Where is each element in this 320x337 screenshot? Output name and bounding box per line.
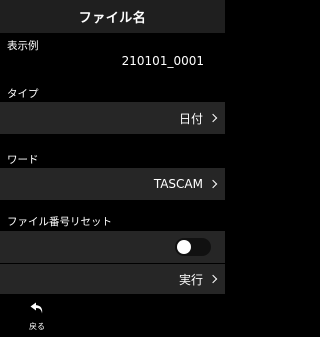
word-value-group: TASCAM [154,168,218,200]
file-number-reset-toggle-row [0,231,225,263]
file-number-reset-toggle[interactable] [175,238,211,256]
toggle-knob [177,240,191,254]
file-name-screen: ファイル名 表示例 210101_0001 タイプ 日付 ワード TASCAM … [0,0,225,337]
execute-row[interactable]: 実行 [0,264,225,294]
file-number-reset-label: ファイル番号リセット [7,216,112,228]
word-value: TASCAM [153,177,203,191]
type-label: タイプ [7,88,39,100]
chevron-right-icon [208,179,218,189]
preview-label: 表示例 [7,40,39,52]
type-value: 日付 [178,111,203,126]
word-label: ワード [7,154,39,166]
page-title: ファイル名 [78,11,147,26]
word-row[interactable]: TASCAM [0,168,225,200]
type-value-group: 日付 [179,102,218,134]
back-label: 戻る [29,322,45,331]
chevron-right-icon [208,274,218,284]
back-button[interactable]: 戻る [20,295,54,337]
type-row[interactable]: 日付 [0,102,225,134]
preview-value: 210101_0001 [121,54,204,68]
return-arrow-icon [30,302,43,314]
execute-label: 実行 [178,272,203,287]
footer-bar: 戻る [0,295,225,337]
title-bar: ファイル名 [0,0,225,33]
execute-value-group: 実行 [179,264,218,294]
chevron-right-icon [208,113,218,123]
